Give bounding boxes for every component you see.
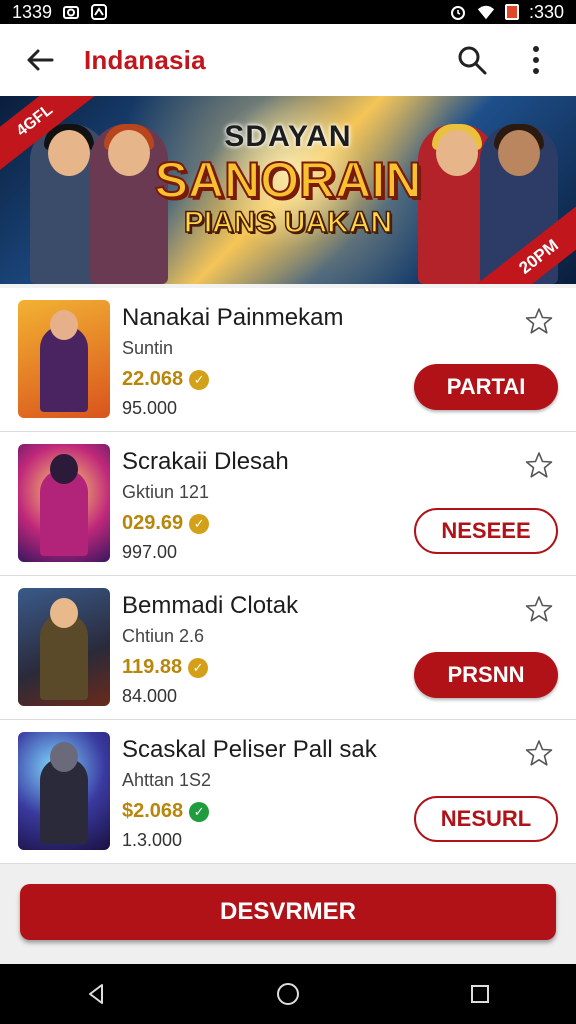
game-list: Nanakai Painmekam Suntin 22.068 ✓ 95.000… (0, 288, 576, 864)
battery-icon (504, 4, 519, 20)
item-action-button[interactable]: PRSNN (414, 652, 558, 698)
item-thumbnail (18, 300, 110, 418)
status-time: 1339 (12, 1, 53, 22)
list-item[interactable]: Scrakaii Dlesah Gktiun 121 029.69 ✓ 997.… (0, 432, 576, 576)
item-count: 1.3.000 (122, 830, 183, 850)
status-bar: 1339 :330 (0, 0, 576, 24)
primary-action-button[interactable]: DESVRMER (20, 884, 556, 940)
status-right: :330 (449, 2, 564, 23)
list-item[interactable]: Nanakai Painmekam Suntin 22.068 ✓ 95.000… (0, 288, 576, 432)
status-left: 1339 (12, 2, 108, 23)
item-subtitle: Suntin (122, 338, 174, 358)
item-price: 119.88 ✓ (122, 656, 209, 679)
promo-banner[interactable]: 4GFL SDAYAN SANORAIN PIANS UAKAN 20PM (0, 96, 576, 284)
home-circle-icon[interactable] (268, 974, 308, 1014)
coin-icon: ✓ (188, 657, 209, 678)
item-action-button[interactable]: NESURL (414, 796, 558, 842)
item-thumbnail (18, 732, 110, 850)
item-action-button[interactable]: PARTAI (414, 364, 558, 410)
item-price: 029.69 ✓ (122, 512, 210, 535)
item-count: 95.000 (122, 398, 178, 418)
star-outline-icon[interactable] (524, 450, 554, 480)
camera-icon (62, 3, 80, 21)
alarm-icon (449, 3, 467, 21)
item-price-value: 029.69 (122, 512, 184, 534)
recents-square-icon[interactable] (460, 974, 500, 1014)
item-title: Nanakai Painmekam (122, 304, 344, 331)
star-outline-icon[interactable] (524, 594, 554, 624)
check-badge-icon: ✓ (189, 801, 210, 822)
banner-title: SDAYAN SANORAIN PIANS UAKAN (130, 120, 446, 240)
banner-title-big: SANORAIN (154, 152, 423, 208)
app-bar: Indanasia (0, 24, 576, 96)
sync-icon (90, 3, 108, 21)
back-arrow-icon[interactable] (18, 38, 62, 82)
item-subtitle: Gktiun 121 (122, 482, 210, 502)
banner-title-sub: PIANS UAKAN (183, 205, 393, 240)
item-action-button[interactable]: NESEEE (414, 508, 558, 554)
item-thumbnail (18, 588, 110, 706)
item-subtitle: Chtiun 2.6 (122, 626, 205, 646)
item-price: $2.068 ✓ (122, 800, 210, 823)
item-price-value: $2.068 (122, 800, 184, 822)
more-vert-icon[interactable] (514, 38, 558, 82)
system-nav-bar (0, 964, 576, 1024)
item-title: Scrakaii Dlesah (122, 448, 289, 475)
item-count: 84.000 (122, 686, 178, 706)
item-title: Bemmadi Clotak (122, 592, 299, 619)
search-icon[interactable] (450, 38, 494, 82)
item-price-value: 22.068 (122, 368, 184, 390)
list-item[interactable]: Scaskal Peliser Pall sak Ahttan 1S2 $2.0… (0, 720, 576, 864)
coin-icon: ✓ (189, 513, 210, 534)
star-outline-icon[interactable] (524, 306, 554, 336)
star-outline-icon[interactable] (524, 738, 554, 768)
item-price: 22.068 ✓ (122, 368, 210, 391)
wifi-icon (477, 3, 495, 21)
item-subtitle: Ahttan 1S2 (122, 770, 212, 790)
bottom-action-area: DESVRMER (0, 864, 576, 964)
item-title: Scaskal Peliser Pall sak (122, 736, 377, 763)
back-triangle-icon[interactable] (76, 974, 116, 1014)
app-title: Indanasia (84, 44, 206, 75)
coin-icon: ✓ (189, 369, 210, 390)
item-count: 997.00 (122, 542, 178, 562)
list-item[interactable]: Bemmadi Clotak Chtiun 2.6 119.88 ✓ 84.00… (0, 576, 576, 720)
battery-text: :330 (528, 1, 564, 22)
banner-title-small: SDAYAN (224, 120, 352, 153)
item-price-value: 119.88 (122, 656, 183, 678)
item-thumbnail (18, 444, 110, 562)
